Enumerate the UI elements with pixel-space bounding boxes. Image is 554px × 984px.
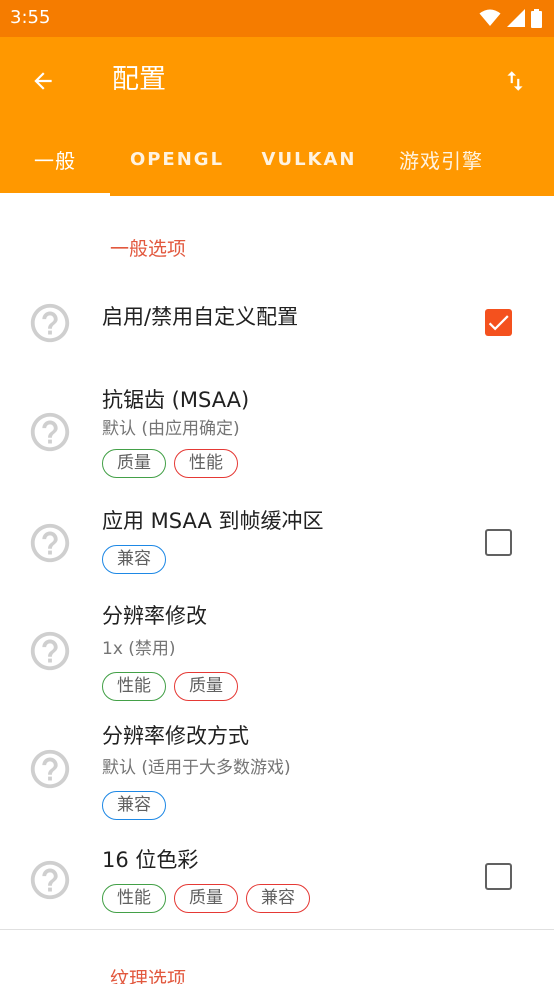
setting-title: 抗锯齿 (MSAA) (102, 388, 250, 412)
status-bar: 3:55 (0, 0, 554, 37)
custom-config-checkbox[interactable] (485, 309, 512, 336)
tag-chip: 质量 (174, 672, 238, 701)
section-header-texture: 纹理选项 (110, 968, 187, 984)
setting-msaa-framebuffer[interactable]: 应用 MSAA 到帧缓冲区 兼容 (0, 500, 554, 582)
setting-resolution-method[interactable]: 分辨率修改方式 默认 (适用于大多数游戏) 兼容 (0, 718, 554, 822)
setting-title: 分辨率修改 (102, 604, 207, 628)
setting-title: 启用/禁用自定义配置 (102, 305, 299, 329)
setting-summary: 默认 (适用于大多数游戏) (102, 758, 291, 778)
help-icon[interactable] (27, 409, 73, 455)
setting-summary: 1x (禁用) (102, 639, 176, 659)
page-title: 配置 (112, 64, 166, 95)
tab-bar: 一般 OPENGL VULKAN 游戏引擎 (0, 123, 554, 196)
section-divider (0, 929, 554, 930)
setting-summary: 默认 (由应用确定) (102, 419, 240, 439)
setting-custom-config[interactable]: 启用/禁用自定义配置 (0, 292, 554, 374)
tab-game-engine[interactable]: 游戏引擎 (374, 123, 508, 196)
setting-resolution-hack[interactable]: 分辨率修改 1x (禁用) 性能 质量 (0, 598, 554, 702)
tab-general[interactable]: 一般 (0, 123, 110, 196)
tag-list: 性能 质量 兼容 (102, 884, 310, 913)
setting-title: 应用 MSAA 到帧缓冲区 (102, 509, 324, 533)
section-header-general: 一般选项 (110, 238, 187, 260)
arrow-left-icon (34, 72, 52, 90)
tag-chip: 质量 (102, 449, 166, 478)
settings-list[interactable]: 一般选项 启用/禁用自定义配置 抗锯齿 (MSAA) 默认 (由应用确定) 质量… (0, 196, 554, 984)
sort-swap-icon (507, 71, 523, 91)
tag-list: 兼容 (102, 791, 166, 820)
msaa-framebuffer-checkbox[interactable] (485, 529, 512, 556)
back-button[interactable] (22, 60, 64, 102)
tag-chip: 性能 (102, 884, 166, 913)
tab-opengl[interactable]: OPENGL (110, 123, 244, 196)
tag-list: 质量 性能 (102, 449, 238, 478)
tag-list: 性能 质量 (102, 672, 238, 701)
help-icon[interactable] (27, 746, 73, 792)
import-export-button[interactable] (494, 60, 536, 102)
setting-msaa[interactable]: 抗锯齿 (MSAA) 默认 (由应用确定) 质量 性能 (0, 382, 554, 486)
help-icon[interactable] (27, 628, 73, 674)
status-icons (479, 8, 542, 28)
status-time: 3:55 (10, 7, 51, 28)
tag-chip: 兼容 (246, 884, 310, 913)
check-icon (488, 315, 509, 331)
help-icon[interactable] (27, 520, 73, 566)
tag-list: 兼容 (102, 545, 166, 574)
tag-chip: 质量 (174, 884, 238, 913)
tab-vulkan[interactable]: VULKAN (244, 123, 374, 196)
setting-title: 分辨率修改方式 (102, 724, 249, 748)
help-icon[interactable] (27, 300, 73, 346)
setting-16bit-color[interactable]: 16 位色彩 性能 质量 兼容 (0, 842, 554, 922)
battery-icon (531, 8, 542, 28)
tag-chip: 兼容 (102, 791, 166, 820)
tag-chip: 性能 (102, 672, 166, 701)
16bit-color-checkbox[interactable] (485, 863, 512, 890)
setting-title: 16 位色彩 (102, 848, 199, 872)
wifi-icon (479, 9, 501, 26)
tag-chip: 兼容 (102, 545, 166, 574)
help-icon[interactable] (27, 857, 73, 903)
app-bar: 配置 (0, 37, 554, 123)
tag-chip: 性能 (174, 449, 238, 478)
signal-icon (507, 9, 525, 27)
